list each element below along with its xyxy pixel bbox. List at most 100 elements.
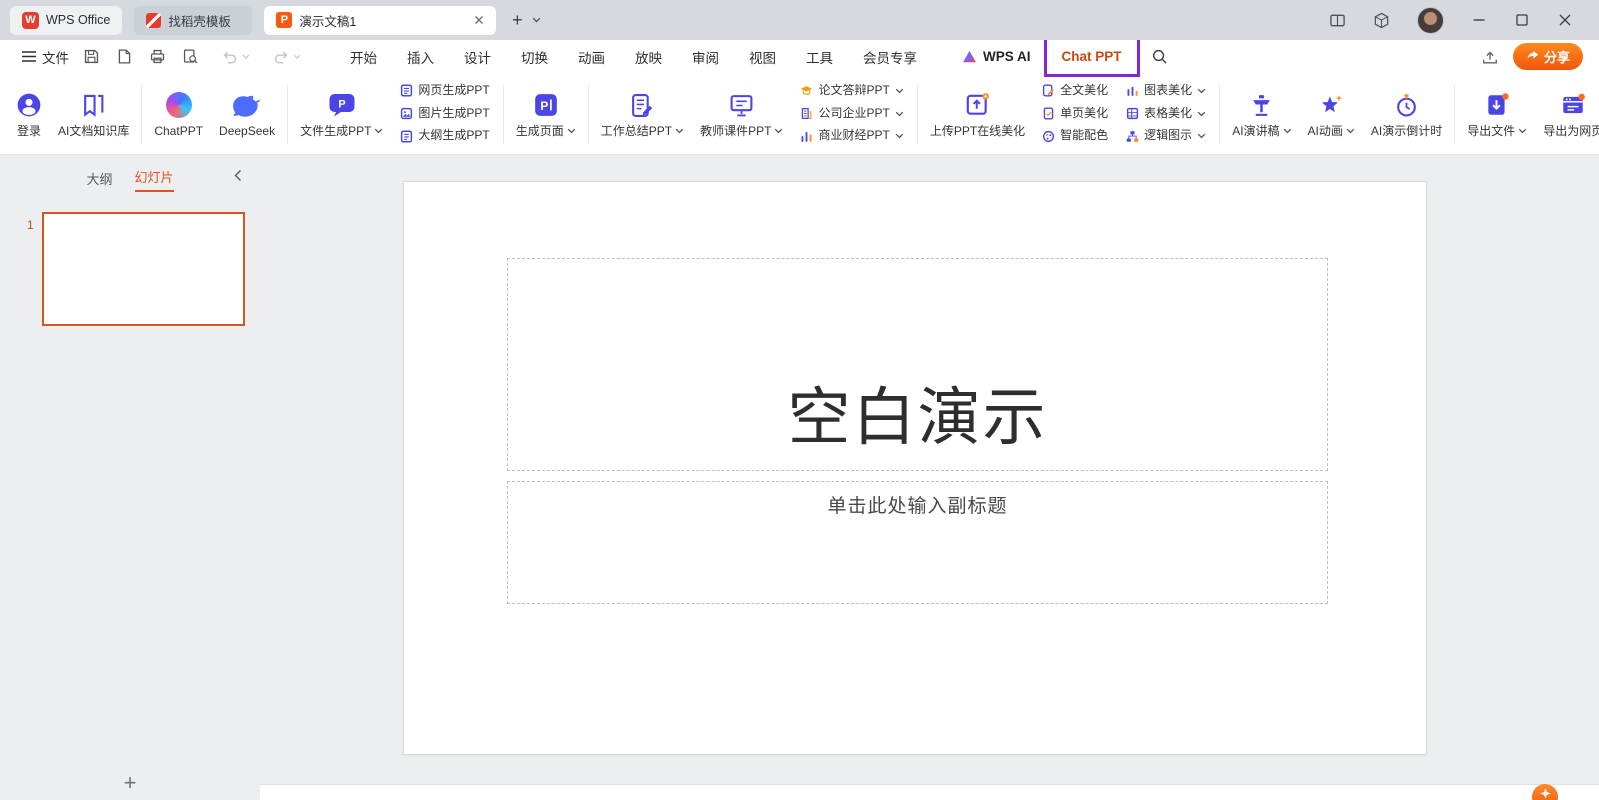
ribbon-deepseek-button[interactable]: DeepSeek <box>211 77 283 151</box>
ribbon-export-file-button[interactable]: 导出文件 <box>1459 77 1535 151</box>
search-icon[interactable] <box>1139 48 1180 65</box>
print-preview-icon[interactable] <box>182 48 199 65</box>
app-box-icon[interactable] <box>1373 12 1390 29</box>
tab-slides-view[interactable]: 幻灯片 <box>135 167 174 192</box>
ribbon-export-web-button[interactable]: 导出为网页 <box>1535 77 1599 151</box>
tab-home[interactable]: 开始 <box>335 40 392 73</box>
ribbon-ai-doc-knowledge-button[interactable]: AI文档知识库 <box>50 77 137 151</box>
output-document-icon[interactable] <box>116 48 133 65</box>
ribbon-label: AI动画 <box>1308 125 1343 137</box>
ribbon-label: 导出为网页 <box>1543 125 1599 137</box>
ribbon-label: 智能配色 <box>1060 128 1108 144</box>
undo-button[interactable] <box>221 49 250 64</box>
courseware-board-icon <box>729 90 754 118</box>
generate-page-icon: P <box>533 90 559 118</box>
chevron-down-icon <box>1518 128 1527 134</box>
ribbon-label: 全文美化 <box>1060 83 1108 99</box>
ribbon-label: AI文档知识库 <box>58 125 129 137</box>
bar-chart-icon <box>800 130 813 143</box>
wps-office-home-tab[interactable]: W WPS Office <box>10 6 122 35</box>
ribbon-separator <box>141 84 142 144</box>
image-doc-icon <box>400 107 413 120</box>
ribbon-upload-beautify-button[interactable]: 上传PPT在线美化 <box>922 77 1033 151</box>
ribbon-chart-beautify-button[interactable]: 图表美化 <box>1123 82 1209 100</box>
ribbon-file-to-ppt-button[interactable]: P 文件生成PPT <box>292 77 391 151</box>
collapse-panel-chevron-left-icon[interactable] <box>234 169 242 182</box>
chevron-down-icon <box>1283 128 1292 134</box>
tab-animation[interactable]: 动画 <box>563 40 620 73</box>
ribbon-business-finance-ppt-button[interactable]: 商业财经PPT <box>797 127 906 145</box>
ribbon-label: AI演讲稿 <box>1232 125 1279 137</box>
ribbon-label: 登录 <box>17 125 41 137</box>
save-icon[interactable] <box>83 48 100 65</box>
status-bar <box>260 784 1599 800</box>
ribbon-ai-countdown-button[interactable]: AI演示倒计时 <box>1363 77 1450 151</box>
document-tab-active[interactable]: P 演示文稿1 <box>264 6 496 35</box>
ribbon-company-ppt-button[interactable]: 公司企业PPT <box>797 105 906 123</box>
chatppt-logo-icon <box>166 90 192 118</box>
redo-button[interactable] <box>272 49 301 64</box>
tab-chat-ppt[interactable]: Chat PPT <box>1045 40 1139 73</box>
share-button[interactable]: 分享 <box>1513 43 1583 70</box>
new-tab-chevron-down-icon[interactable] <box>532 17 541 23</box>
ribbon-separator <box>1454 84 1455 144</box>
tab-membership[interactable]: 会员专享 <box>848 40 932 73</box>
print-icon[interactable] <box>149 48 166 65</box>
title-placeholder[interactable]: 空白演示 <box>507 258 1328 471</box>
subtitle-placeholder[interactable]: 单击此处输入副标题 <box>507 481 1328 604</box>
outline-doc-icon <box>400 130 413 143</box>
user-avatar[interactable] <box>1417 7 1444 34</box>
palette-icon <box>1042 130 1055 143</box>
ribbon-label: 文件生成PPT <box>300 125 371 137</box>
ribbon-login-button[interactable]: 登录 <box>8 77 50 151</box>
ribbon-ai-animation-button[interactable]: AI动画 <box>1300 77 1363 151</box>
ribbon-beautify-column-1: 全文美化 单页美化 智能配色 <box>1033 82 1117 145</box>
tab-view[interactable]: 视图 <box>734 40 791 73</box>
close-tab-icon[interactable] <box>474 15 484 25</box>
ribbon-web-to-ppt-button[interactable]: 网页生成PPT <box>397 82 492 100</box>
ribbon-chatppt-button[interactable]: ChatPPT <box>146 77 211 151</box>
ribbon-thesis-defense-ppt-button[interactable]: 论文答辩PPT <box>797 82 906 100</box>
slide-thumbnail-1[interactable]: 1 <box>42 212 245 326</box>
ribbon-table-beautify-button[interactable]: 表格美化 <box>1123 105 1209 123</box>
ribbon-logic-diagram-button[interactable]: 逻辑图示 <box>1123 127 1209 145</box>
tab-tools[interactable]: 工具 <box>791 40 848 73</box>
ribbon-ai-speech-button[interactable]: AI演讲稿 <box>1224 77 1299 151</box>
doc-pen-icon <box>1042 84 1055 97</box>
ribbon-outline-to-ppt-button[interactable]: 大纲生成PPT <box>397 127 492 145</box>
ribbon-image-to-ppt-button[interactable]: 图片生成PPT <box>397 105 492 123</box>
ribbon-work-summary-ppt-button[interactable]: 工作总结PPT <box>593 77 692 151</box>
split-view-icon[interactable] <box>1329 12 1346 29</box>
maximize-button[interactable] <box>1514 12 1530 28</box>
tab-slideshow[interactable]: 放映 <box>620 40 677 73</box>
ribbon-teacher-courseware-ppt-button[interactable]: 教师课件PPT <box>692 77 791 151</box>
ribbon-separator <box>917 84 918 144</box>
chevron-down-icon <box>1197 88 1206 94</box>
ribbon-full-beautify-button[interactable]: 全文美化 <box>1039 82 1111 100</box>
ribbon-generate-column: 网页生成PPT 图片生成PPT 大纲生成PPT <box>391 82 498 145</box>
close-window-button[interactable] <box>1557 12 1573 28</box>
ribbon-smart-color-button[interactable]: 智能配色 <box>1039 127 1111 145</box>
chevron-down-icon <box>1346 128 1355 134</box>
cloud-upload-icon[interactable] <box>1481 48 1499 66</box>
tab-transition[interactable]: 切换 <box>506 40 563 73</box>
tab-design[interactable]: 设计 <box>449 40 506 73</box>
ribbon-generate-page-button[interactable]: P 生成页面 <box>508 77 584 151</box>
add-slide-button[interactable]: + <box>124 772 137 794</box>
chevron-down-icon <box>774 128 783 134</box>
tab-review[interactable]: 审阅 <box>677 40 734 73</box>
chevron-down-icon <box>895 88 904 94</box>
tab-wps-ai[interactable]: WPS AI <box>948 49 1045 64</box>
tab-outline-view[interactable]: 大纲 <box>86 169 112 192</box>
file-menu-button[interactable]: 文件 <box>14 47 77 67</box>
window-controls <box>1329 7 1589 34</box>
ribbon-single-page-beautify-button[interactable]: 单页美化 <box>1039 105 1111 123</box>
minimize-button[interactable] <box>1471 12 1487 28</box>
ribbon-separator <box>1219 84 1220 144</box>
slide-1[interactable]: 空白演示 单击此处输入副标题 <box>403 181 1427 755</box>
docer-template-tab[interactable]: 找稻壳模板 <box>134 6 252 35</box>
tab-insert[interactable]: 插入 <box>392 40 449 73</box>
new-tab-button[interactable]: + <box>504 7 530 33</box>
wps-office-label: WPS Office <box>46 13 110 27</box>
ribbon-label: DeepSeek <box>219 125 275 137</box>
